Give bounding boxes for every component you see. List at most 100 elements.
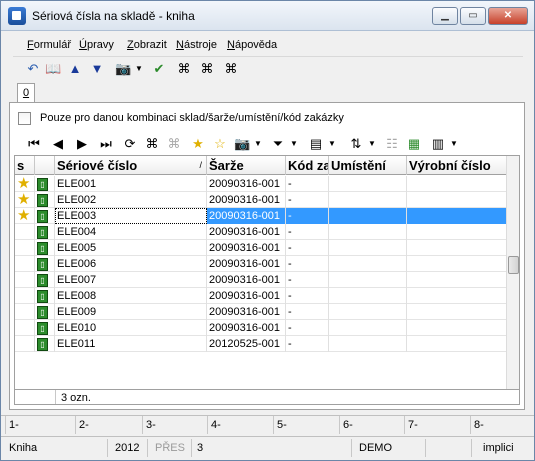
vertical-scrollbar[interactable]	[506, 156, 519, 389]
column-header-batch[interactable]: Šarže	[207, 156, 286, 175]
column-header-order-code[interactable]: Kód za	[286, 156, 329, 175]
order-code-cell[interactable]: -	[286, 192, 329, 208]
minimize-button[interactable]: ▁	[432, 7, 458, 25]
filter-check-icon[interactable]: ✔	[151, 61, 167, 77]
maximize-button[interactable]: ▭	[460, 7, 486, 25]
marked-cell[interactable]: ★	[15, 192, 35, 208]
filter-funnel-icon[interactable]: ⏷	[270, 136, 286, 152]
batch-cell[interactable]: 20090316-001	[207, 208, 286, 224]
table-row[interactable]: ▯ ELE006 20090316-001-	[15, 256, 510, 272]
camera-dropdown-icon[interactable]: ▼	[250, 136, 266, 152]
last-record-icon[interactable]: ⏭	[98, 136, 114, 152]
table-row[interactable]: ▯ ELE011 20120525-001-	[15, 336, 510, 352]
location-cell[interactable]	[329, 224, 407, 240]
serial-number-cell[interactable]: ELE005	[55, 240, 207, 256]
prev-record-icon[interactable]: ◀	[50, 136, 66, 152]
production-number-cell[interactable]	[407, 192, 510, 208]
order-code-cell[interactable]: -	[286, 320, 329, 336]
marked-cell[interactable]	[15, 320, 35, 336]
table-row[interactable]: ▯ ELE004 20090316-001-	[15, 224, 510, 240]
unmark-star-icon[interactable]: ☆	[212, 136, 228, 152]
book-icon[interactable]: 📖	[45, 61, 61, 77]
serial-number-cell[interactable]: ELE002	[55, 192, 207, 208]
search-binoculars-icon[interactable]: ⌘	[144, 136, 160, 152]
grid-camera-icon[interactable]: 📷	[234, 136, 250, 152]
production-number-cell[interactable]	[407, 224, 510, 240]
binoculars-down-icon[interactable]: ⌘	[199, 61, 215, 77]
order-code-cell[interactable]: -	[286, 304, 329, 320]
dropdown-arrow-icon[interactable]: ▼	[131, 61, 147, 77]
report-icon[interactable]: ▥	[430, 136, 446, 152]
marked-cell[interactable]: ★	[15, 208, 35, 224]
marked-cell[interactable]: ★	[15, 176, 35, 192]
document-cell[interactable]: ▯	[35, 208, 55, 224]
production-number-cell[interactable]	[407, 208, 510, 224]
filter-dropdown-icon[interactable]: ▼	[286, 136, 302, 152]
refresh-icon[interactable]: ⟳	[122, 136, 138, 152]
marked-cell[interactable]	[15, 256, 35, 272]
document-cell[interactable]: ▯	[35, 336, 55, 352]
first-record-icon[interactable]: ⏮	[26, 136, 42, 152]
location-cell[interactable]	[329, 320, 407, 336]
fkey-3[interactable]: 3-	[142, 416, 156, 434]
marked-cell[interactable]	[15, 240, 35, 256]
column-header-serial[interactable]: Sériové číslo /	[55, 156, 207, 175]
serial-number-cell[interactable]: ELE009	[55, 304, 207, 320]
fkey-4[interactable]: 4-	[207, 416, 221, 434]
table-row[interactable]: ★ ▯ ELE003 20090316-001-	[15, 208, 510, 224]
marked-cell[interactable]	[15, 304, 35, 320]
marked-cell[interactable]	[15, 336, 35, 352]
location-cell[interactable]	[329, 240, 407, 256]
batch-cell[interactable]: 20090316-001	[207, 304, 286, 320]
report-dropdown-icon[interactable]: ▼	[446, 136, 462, 152]
fkey-8[interactable]: 8-	[470, 416, 484, 434]
production-number-cell[interactable]	[407, 288, 510, 304]
document-cell[interactable]: ▯	[35, 256, 55, 272]
production-number-cell[interactable]	[407, 304, 510, 320]
order-code-cell[interactable]: -	[286, 288, 329, 304]
document-cell[interactable]: ▯	[35, 272, 55, 288]
serial-number-cell[interactable]: ELE004	[55, 224, 207, 240]
undo-icon[interactable]: ↶	[25, 61, 41, 77]
menu-zobrazit[interactable]: Zobrazit	[127, 39, 167, 51]
fkey-1[interactable]: 1-	[5, 416, 19, 434]
location-cell[interactable]	[329, 304, 407, 320]
location-cell[interactable]	[329, 288, 407, 304]
batch-cell[interactable]: 20090316-001	[207, 272, 286, 288]
column-header-s[interactable]: s	[15, 156, 35, 175]
menu-upravy[interactable]: Úpravy	[79, 39, 114, 51]
table-row[interactable]: ▯ ELE008 20090316-001-	[15, 288, 510, 304]
table-row[interactable]: ▯ ELE009 20090316-001-	[15, 304, 510, 320]
serial-number-cell[interactable]: ELE008	[55, 288, 207, 304]
batch-cell[interactable]: 20090316-001	[207, 176, 286, 192]
mark-star-icon[interactable]: ★	[190, 136, 206, 152]
marked-cell[interactable]	[15, 224, 35, 240]
batch-cell[interactable]: 20120525-001	[207, 336, 286, 352]
sort-dropdown-icon[interactable]: ▼	[364, 136, 380, 152]
production-number-cell[interactable]	[407, 240, 510, 256]
column-header-icon[interactable]	[35, 156, 55, 175]
order-code-cell[interactable]: -	[286, 176, 329, 192]
serial-number-cell[interactable]: ELE011	[55, 336, 207, 352]
production-number-cell[interactable]	[407, 272, 510, 288]
location-cell[interactable]	[329, 192, 407, 208]
order-code-cell[interactable]: -	[286, 208, 329, 224]
document-cell[interactable]: ▯	[35, 288, 55, 304]
batch-cell[interactable]: 20090316-001	[207, 192, 286, 208]
sort-az-icon[interactable]: ⇅	[348, 136, 364, 152]
combination-filter-checkbox[interactable]	[18, 112, 31, 125]
location-cell[interactable]	[329, 336, 407, 352]
serial-number-cell[interactable]: ELE007	[55, 272, 207, 288]
binoculars-all-icon[interactable]: ⌘	[223, 61, 239, 77]
location-cell[interactable]	[329, 272, 407, 288]
production-number-cell[interactable]	[407, 336, 510, 352]
document-cell[interactable]: ▯	[35, 192, 55, 208]
document-cell[interactable]: ▯	[35, 176, 55, 192]
location-cell[interactable]	[329, 176, 407, 192]
order-code-cell[interactable]: -	[286, 336, 329, 352]
menu-formular[interactable]: Formulář	[27, 39, 71, 51]
column-header-location[interactable]: Umístění	[329, 156, 407, 175]
column-header-production-number[interactable]: Výrobní číslo	[407, 156, 510, 175]
arrow-up-icon[interactable]: ▲	[67, 61, 83, 77]
order-code-cell[interactable]: -	[286, 272, 329, 288]
